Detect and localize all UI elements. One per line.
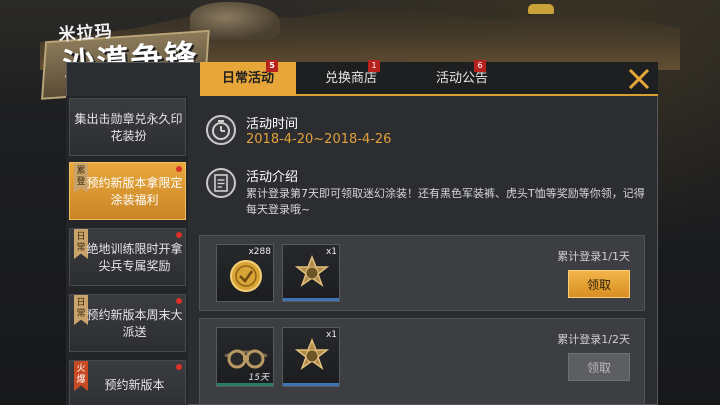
- sidebar-item-label: 预约新版本周末大派送: [86, 308, 183, 339]
- sidebar-item-reserve-skin[interactable]: 累登 预约新版本拿限定涂装福利: [69, 162, 186, 220]
- event-time-value: 2018-4-20~2018-4-26: [246, 132, 392, 147]
- sidebar-item-label: 预约新版本拿限定涂装福利: [86, 176, 183, 207]
- tab-daily[interactable]: 日常活动 5: [200, 60, 296, 96]
- reward-count: x1: [325, 330, 337, 340]
- tab-exchange-label: 兑换商店: [324, 71, 377, 86]
- sidebar-item-label: 集出击勋章兑永久印花装扮: [74, 112, 183, 143]
- login-progress: 累计登录1/1天: [557, 250, 630, 263]
- sidebar-item-medal-exchange[interactable]: 集出击勋章兑永久印花装扮: [69, 98, 186, 156]
- tab-announcements[interactable]: 活动公告 6: [406, 60, 518, 96]
- sidebar-item-reserve-hot[interactable]: 火爆 预约新版本: [69, 360, 186, 405]
- event-intro-text: 累计登录第7天即可领取迷幻涂装！还有黑色军装裤、虎头T恤等奖励等你领，记得每天登…: [246, 187, 645, 216]
- reward-duration: 15天: [248, 373, 269, 383]
- sidebar-item-training[interactable]: 日常 绝地训练限时开拿尖兵专属奖励: [69, 228, 186, 286]
- reward-slot[interactable]: x1: [282, 244, 340, 302]
- reward-slot[interactable]: 15天: [216, 327, 274, 387]
- notification-dot: [176, 166, 182, 172]
- reward-count: x288: [248, 247, 271, 257]
- reward-row: 15天 x1 累计登录1/2天 领取: [199, 318, 645, 405]
- reward-row: x288 x1 累计登录1/1天 领取: [199, 235, 645, 311]
- tab-daily-badge: 5: [266, 60, 278, 72]
- tab-announcements-badge: 6: [474, 60, 486, 72]
- sidebar: 集出击勋章兑永久印花装扮 累登 预约新版本拿限定涂装福利 日常 绝地训练限时开拿…: [66, 96, 188, 405]
- clock-icon: [206, 115, 236, 145]
- login-progress: 累计登录1/2天: [557, 333, 630, 346]
- reward-slot[interactable]: x288: [216, 244, 274, 302]
- tab-daily-label: 日常活动: [221, 71, 274, 86]
- tab-exchange-badge: 1: [368, 60, 380, 72]
- rarity-bar: [283, 298, 339, 301]
- claim-button-disabled[interactable]: 领取: [568, 353, 630, 381]
- reward-slot[interactable]: x1: [282, 327, 340, 387]
- tab-announcements-label: 活动公告: [435, 71, 488, 86]
- close-button[interactable]: [626, 66, 652, 92]
- car-icon: [528, 4, 554, 14]
- sidebar-item-weekend-gift[interactable]: 日常 预约新版本周末大派送: [69, 294, 186, 352]
- tab-exchange-shop[interactable]: 兑换商店 1: [296, 60, 406, 96]
- claim-button[interactable]: 领取: [568, 270, 630, 298]
- sidebar-item-label: 预约新版本: [104, 378, 165, 392]
- event-time-title: 活动时间: [246, 117, 299, 132]
- close-icon: [628, 68, 650, 90]
- notification-dot: [176, 364, 182, 370]
- event-intro-title: 活动介绍: [246, 170, 299, 185]
- rarity-bar: [283, 383, 339, 386]
- sidebar-item-label: 绝地训练限时开拿尖兵专属奖励: [86, 242, 183, 273]
- reward-count: x1: [325, 247, 337, 257]
- document-icon: [206, 168, 236, 198]
- notification-dot: [176, 298, 182, 304]
- rarity-bar: [217, 383, 273, 386]
- notification-dot: [176, 232, 182, 238]
- tab-bar: 日常活动 5 兑换商店 1 活动公告 6: [200, 60, 658, 96]
